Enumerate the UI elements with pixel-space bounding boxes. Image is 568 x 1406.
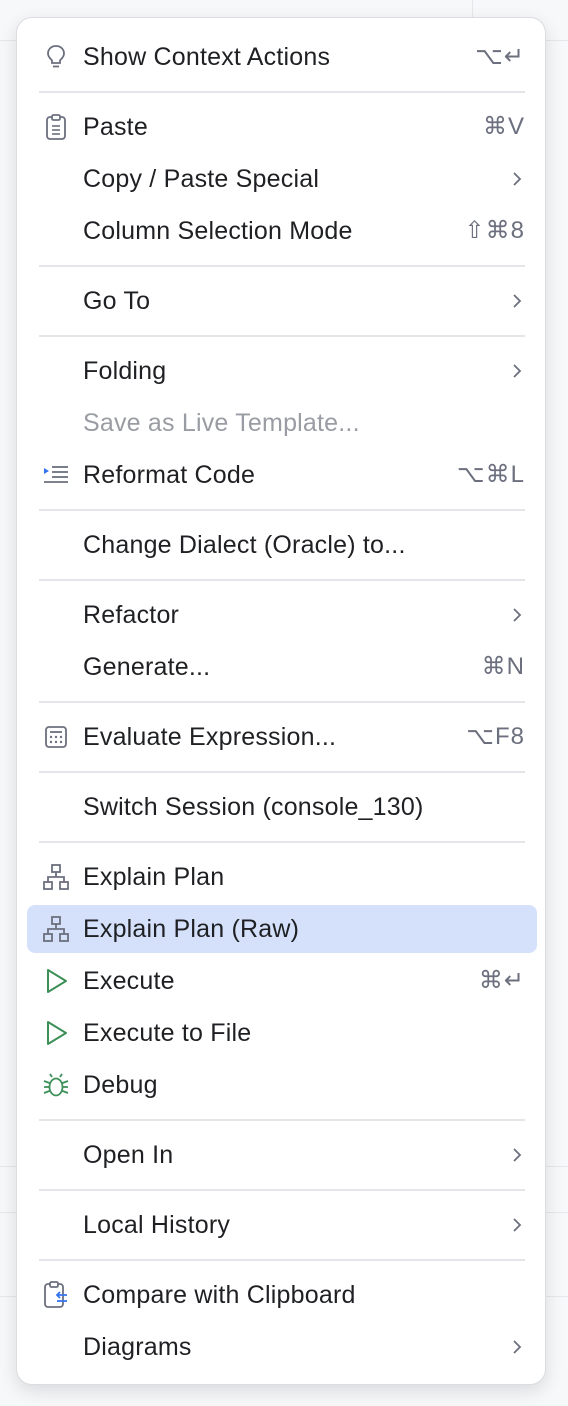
menu-item-label: Diagrams	[83, 1333, 192, 1361]
chevron-right-icon	[513, 364, 522, 378]
menu-item-label: Execute to File	[83, 1019, 252, 1047]
menu-item-refactor[interactable]: Refactor	[27, 591, 537, 639]
menu-separator	[39, 1189, 525, 1191]
menu-item-shortcut: ⌘V	[482, 113, 525, 140]
menu-item-column-selection-mode[interactable]: Column Selection Mode ⇧⌘8	[27, 207, 537, 255]
chevron-right-icon	[513, 172, 522, 186]
menu-item-copy-paste-special[interactable]: Copy / Paste Special	[27, 155, 537, 203]
menu-item-diagrams[interactable]: Diagrams	[27, 1323, 537, 1371]
menu-item-label: Column Selection Mode	[83, 217, 353, 245]
menu-item-debug[interactable]: Debug	[27, 1061, 537, 1109]
context-menu: Show Context Actions ⌥↵ Paste ⌘V Copy / …	[16, 17, 546, 1385]
menu-separator	[39, 91, 525, 93]
menu-separator	[39, 335, 525, 337]
menu-item-folding[interactable]: Folding	[27, 347, 537, 395]
menu-separator	[39, 701, 525, 703]
menu-item-save-as-live-template: Save as Live Template...	[27, 399, 537, 447]
menu-item-explain-plan-raw[interactable]: Explain Plan (Raw)	[27, 905, 537, 953]
editor-background-line	[472, 0, 473, 17]
menu-item-label: Refactor	[83, 601, 180, 629]
menu-item-label: Reformat Code	[83, 461, 256, 489]
menu-item-label: Compare with Clipboard	[83, 1281, 356, 1309]
menu-item-show-context-actions[interactable]: Show Context Actions ⌥↵	[27, 33, 537, 81]
menu-item-label: Show Context Actions	[83, 43, 331, 71]
hierarchy-icon	[41, 915, 71, 943]
menu-item-label: Save as Live Template...	[83, 409, 360, 437]
menu-item-execute-to-file[interactable]: Execute to File	[27, 1009, 537, 1057]
menu-item-label: Local History	[83, 1211, 231, 1239]
chevron-right-icon	[513, 1148, 522, 1162]
menu-item-label: Execute	[83, 967, 175, 995]
menu-item-paste[interactable]: Paste ⌘V	[27, 103, 537, 151]
menu-item-label: Folding	[83, 357, 167, 385]
menu-separator	[39, 1119, 525, 1121]
menu-separator	[39, 771, 525, 773]
menu-item-shortcut: ⌥F8	[466, 723, 525, 750]
menu-item-label: Debug	[83, 1071, 158, 1099]
chevron-right-icon	[513, 1218, 522, 1232]
chevron-right-icon	[513, 608, 522, 622]
chevron-right-icon	[513, 294, 522, 308]
menu-item-switch-session[interactable]: Switch Session (console_130)	[27, 783, 537, 831]
play-icon	[41, 1019, 71, 1047]
menu-item-shortcut: ⌘↵	[478, 967, 525, 994]
menu-item-shortcut: ⌥↵	[475, 43, 525, 70]
menu-item-go-to[interactable]: Go To	[27, 277, 537, 325]
menu-item-reformat-code[interactable]: Reformat Code ⌥⌘L	[27, 451, 537, 499]
menu-item-local-history[interactable]: Local History	[27, 1201, 537, 1249]
menu-separator	[39, 265, 525, 267]
bug-icon	[41, 1071, 71, 1099]
menu-item-shortcut: ⌥⌘L	[456, 461, 525, 488]
menu-separator	[39, 579, 525, 581]
menu-item-change-dialect[interactable]: Change Dialect (Oracle) to...	[27, 521, 537, 569]
menu-separator	[39, 1259, 525, 1261]
menu-item-label: Generate...	[83, 653, 211, 681]
compare-clipboard-icon	[41, 1281, 71, 1309]
menu-item-label: Open In	[83, 1141, 174, 1169]
chevron-right-icon	[513, 1340, 522, 1354]
menu-item-compare-with-clipboard[interactable]: Compare with Clipboard	[27, 1271, 537, 1319]
menu-item-label: Go To	[83, 287, 151, 315]
menu-item-shortcut: ⌘N	[481, 653, 525, 680]
menu-separator	[39, 841, 525, 843]
calculator-icon	[41, 723, 71, 751]
play-icon	[41, 967, 71, 995]
menu-item-execute[interactable]: Execute ⌘↵	[27, 957, 537, 1005]
reformat-icon	[41, 461, 71, 489]
menu-item-label: Evaluate Expression...	[83, 723, 337, 751]
menu-item-open-in[interactable]: Open In	[27, 1131, 537, 1179]
menu-item-label: Switch Session (console_130)	[83, 793, 424, 821]
hierarchy-icon	[41, 863, 71, 891]
menu-item-evaluate-expression[interactable]: Evaluate Expression... ⌥F8	[27, 713, 537, 761]
menu-item-explain-plan[interactable]: Explain Plan	[27, 853, 537, 901]
menu-item-label: Explain Plan	[83, 863, 225, 891]
menu-separator	[39, 509, 525, 511]
menu-item-shortcut: ⇧⌘8	[464, 217, 525, 244]
clipboard-icon	[41, 113, 71, 141]
menu-item-label: Explain Plan (Raw)	[83, 915, 300, 943]
menu-item-label: Copy / Paste Special	[83, 165, 320, 193]
menu-item-label: Change Dialect (Oracle) to...	[83, 531, 406, 559]
menu-item-label: Paste	[83, 113, 148, 141]
menu-item-generate[interactable]: Generate... ⌘N	[27, 643, 537, 691]
lightbulb-icon	[41, 43, 71, 71]
